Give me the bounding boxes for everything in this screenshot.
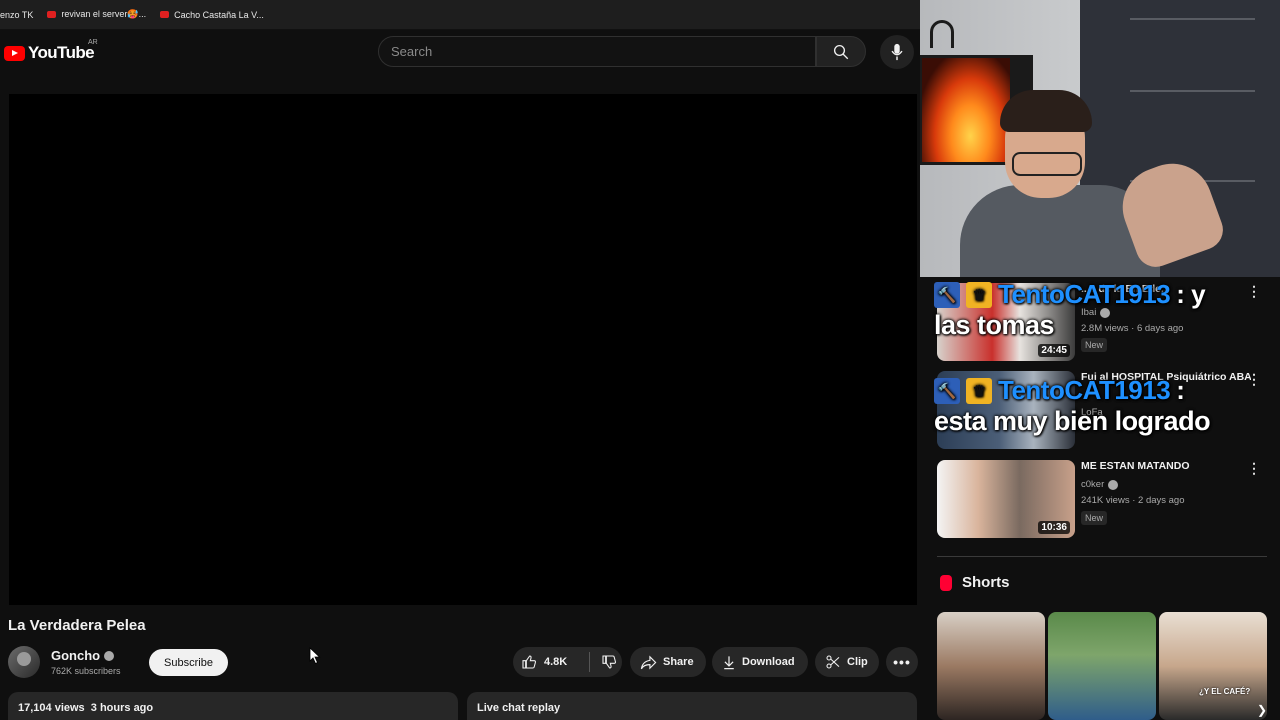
dislike-button[interactable] — [596, 654, 622, 670]
bookmark-1[interactable]: enzo TK — [0, 10, 33, 20]
glasses-icon — [1012, 152, 1082, 176]
video-thumbnail[interactable]: 10:36 — [937, 460, 1075, 538]
download-button[interactable]: Download — [712, 647, 808, 677]
screen: enzo TK revivan el server🥵... Cacho Cast… — [0, 0, 1280, 720]
video-player[interactable] — [9, 94, 917, 605]
download-label: Download — [742, 656, 795, 668]
chat-header: 🔨 ♛ TentoCAT1913 : y — [934, 279, 1206, 310]
related-channel-name: c0ker — [1081, 479, 1105, 490]
subscribe-button[interactable]: Subscribe — [149, 649, 228, 676]
masthead: YouTube AR Search — [0, 30, 920, 74]
short-caption: ¿Y EL CAFÉ? — [1199, 687, 1251, 696]
clip-label: Clip — [847, 656, 868, 668]
channel-avatar[interactable] — [8, 646, 40, 678]
bookmark-label: Cacho Castaña La V... — [174, 9, 264, 20]
verified-icon — [104, 650, 115, 661]
door-line — [1130, 90, 1255, 92]
section-divider — [937, 556, 1267, 557]
verified-icon — [1108, 479, 1119, 490]
youtube-play-icon — [4, 45, 25, 61]
chat-username: TentoCAT1913 — [998, 279, 1171, 309]
description-box[interactable]: 17,104 views 3 hours ago — [8, 692, 458, 720]
short-thumbnail[interactable] — [1048, 612, 1156, 720]
thumbs-down-icon — [602, 655, 617, 669]
search-input[interactable]: Search — [378, 36, 816, 67]
chat-message: 🔨 ♛ TentoCAT1913 : y las tomas — [934, 279, 1206, 341]
chevron-right-icon[interactable]: ❯ — [1257, 703, 1267, 717]
logo-text: YouTube — [28, 43, 95, 62]
chat-separator: : y — [1176, 279, 1206, 309]
share-icon — [640, 654, 657, 670]
moderator-hammer-icon: 🔨 — [934, 281, 960, 308]
youtube-logo[interactable]: YouTube AR — [4, 39, 98, 63]
bookmark-2[interactable]: revivan el server🥵... — [47, 9, 146, 20]
view-stats: 17,104 views 3 hours ago — [18, 702, 154, 714]
live-chat-label: Live chat replay — [477, 702, 561, 714]
crown-icon: ♛ — [966, 281, 992, 308]
chat-text: las tomas — [934, 310, 1055, 340]
like-divider — [589, 652, 590, 672]
fireplace-image — [922, 58, 1010, 162]
moderator-hammer-icon: 🔨 — [934, 377, 960, 404]
chat-header: 🔨 ♛ TentoCAT1913 : — [934, 375, 1210, 406]
chat-username: TentoCAT1913 — [998, 375, 1171, 405]
thumbs-up-icon — [522, 655, 537, 669]
like-dislike-group: 4.8K — [513, 647, 622, 677]
short-thumbnail[interactable]: ¿Y EL CAFÉ? — [1159, 612, 1267, 720]
video-duration: 24:45 — [1038, 344, 1070, 357]
shorts-header: Shorts — [940, 574, 1010, 591]
more-vertical-icon[interactable]: ⋮ — [1247, 371, 1261, 388]
shorts-heading: Shorts — [962, 574, 1010, 591]
related-title: ME ESTAN MATANDO — [1081, 460, 1190, 472]
new-badge: New — [1081, 511, 1108, 525]
mouse-cursor-icon — [309, 647, 321, 665]
webcam-overlay — [920, 0, 1280, 277]
voice-search-button[interactable] — [880, 35, 914, 69]
youtube-favicon-icon — [160, 11, 170, 18]
shorts-icon — [940, 574, 952, 591]
more-vertical-icon[interactable]: ⋮ — [1247, 460, 1261, 477]
more-horizontal-icon: ••• — [893, 654, 911, 670]
microphone-icon — [891, 43, 903, 61]
chat-message: 🔨 ♛ TentoCAT1913 : esta muy bien logrado — [934, 375, 1211, 437]
video-duration: 10:36 — [1038, 521, 1070, 534]
headphones-icon — [930, 20, 954, 48]
related-meta: 241K views · 2 days ago — [1081, 495, 1185, 506]
like-count: 4.8K — [544, 656, 568, 668]
more-actions-button[interactable]: ••• — [886, 647, 918, 677]
search-button[interactable] — [816, 36, 866, 67]
bookmark-label: enzo TK — [0, 9, 34, 20]
bookmark-3[interactable]: Cacho Castaña La V... — [160, 10, 264, 20]
bookmark-label: revivan el server🥵... — [61, 9, 147, 19]
short-thumbnail[interactable] — [937, 612, 1045, 720]
search-icon — [833, 44, 849, 59]
chat-text: esta muy bien logrado — [934, 406, 1211, 436]
bookmarks-bar: enzo TK revivan el server🥵... Cacho Cast… — [0, 0, 920, 30]
scissors-icon — [826, 655, 840, 669]
search-placeholder: Search — [391, 44, 433, 59]
streamer-hair — [1000, 90, 1092, 132]
country-code: AR — [88, 39, 98, 46]
more-vertical-icon[interactable]: ⋮ — [1247, 283, 1261, 300]
download-icon — [724, 655, 734, 669]
live-chat-replay-bar[interactable]: Live chat replay — [467, 692, 917, 720]
channel-name-row[interactable]: Goncho — [51, 648, 115, 663]
subscriber-count: 762K subscribers — [51, 666, 121, 676]
channel-name: Goncho — [51, 648, 101, 663]
chat-separator: : — [1176, 375, 1185, 405]
clip-button[interactable]: Clip — [815, 647, 879, 677]
related-video-item[interactable]: 10:36 ME ESTAN MATANDO c0ker 241K views … — [937, 460, 1267, 538]
door-line — [1130, 18, 1255, 20]
related-channel: c0ker — [1081, 479, 1119, 490]
like-button[interactable]: 4.8K — [513, 654, 583, 670]
crown-icon: ♛ — [966, 377, 992, 404]
youtube-favicon-icon — [47, 11, 57, 18]
share-label: Share — [663, 656, 694, 668]
share-button[interactable]: Share — [630, 647, 706, 677]
video-title: La Verdadera Pelea — [8, 617, 146, 634]
